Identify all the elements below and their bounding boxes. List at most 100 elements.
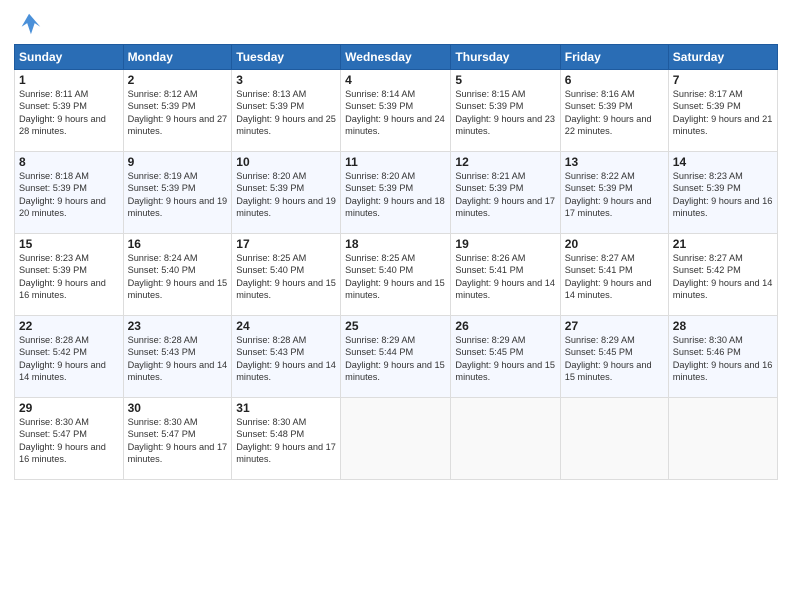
calendar-day-cell: 18Sunrise: 8:25 AM Sunset: 5:40 PM Dayli… bbox=[341, 234, 451, 316]
calendar-week-row: 8Sunrise: 8:18 AM Sunset: 5:39 PM Daylig… bbox=[15, 152, 778, 234]
calendar-day-cell: 19Sunrise: 8:26 AM Sunset: 5:41 PM Dayli… bbox=[451, 234, 560, 316]
calendar-day-cell: 14Sunrise: 8:23 AM Sunset: 5:39 PM Dayli… bbox=[668, 152, 777, 234]
day-info: Sunrise: 8:18 AM Sunset: 5:39 PM Dayligh… bbox=[19, 170, 119, 220]
day-info: Sunrise: 8:11 AM Sunset: 5:39 PM Dayligh… bbox=[19, 88, 119, 138]
calendar-day-cell: 28Sunrise: 8:30 AM Sunset: 5:46 PM Dayli… bbox=[668, 316, 777, 398]
day-info: Sunrise: 8:23 AM Sunset: 5:39 PM Dayligh… bbox=[673, 170, 773, 220]
day-info: Sunrise: 8:30 AM Sunset: 5:46 PM Dayligh… bbox=[673, 334, 773, 384]
day-info: Sunrise: 8:28 AM Sunset: 5:43 PM Dayligh… bbox=[128, 334, 228, 384]
day-info: Sunrise: 8:13 AM Sunset: 5:39 PM Dayligh… bbox=[236, 88, 336, 138]
weekday-header-friday: Friday bbox=[560, 45, 668, 70]
day-info: Sunrise: 8:30 AM Sunset: 5:47 PM Dayligh… bbox=[19, 416, 119, 466]
day-number: 26 bbox=[455, 319, 555, 333]
day-number: 24 bbox=[236, 319, 336, 333]
calendar-day-cell: 23Sunrise: 8:28 AM Sunset: 5:43 PM Dayli… bbox=[123, 316, 232, 398]
day-number: 27 bbox=[565, 319, 664, 333]
calendar-day-cell: 9Sunrise: 8:19 AM Sunset: 5:39 PM Daylig… bbox=[123, 152, 232, 234]
day-number: 21 bbox=[673, 237, 773, 251]
calendar-week-row: 22Sunrise: 8:28 AM Sunset: 5:42 PM Dayli… bbox=[15, 316, 778, 398]
day-info: Sunrise: 8:26 AM Sunset: 5:41 PM Dayligh… bbox=[455, 252, 555, 302]
calendar-day-cell: 16Sunrise: 8:24 AM Sunset: 5:40 PM Dayli… bbox=[123, 234, 232, 316]
calendar-day-cell: 7Sunrise: 8:17 AM Sunset: 5:39 PM Daylig… bbox=[668, 70, 777, 152]
weekday-header-monday: Monday bbox=[123, 45, 232, 70]
day-info: Sunrise: 8:22 AM Sunset: 5:39 PM Dayligh… bbox=[565, 170, 664, 220]
day-info: Sunrise: 8:20 AM Sunset: 5:39 PM Dayligh… bbox=[236, 170, 336, 220]
day-info: Sunrise: 8:17 AM Sunset: 5:39 PM Dayligh… bbox=[673, 88, 773, 138]
day-number: 20 bbox=[565, 237, 664, 251]
day-info: Sunrise: 8:30 AM Sunset: 5:48 PM Dayligh… bbox=[236, 416, 336, 466]
calendar-day-cell: 31Sunrise: 8:30 AM Sunset: 5:48 PM Dayli… bbox=[232, 398, 341, 480]
day-info: Sunrise: 8:27 AM Sunset: 5:42 PM Dayligh… bbox=[673, 252, 773, 302]
day-number: 2 bbox=[128, 73, 228, 87]
calendar-day-cell: 17Sunrise: 8:25 AM Sunset: 5:40 PM Dayli… bbox=[232, 234, 341, 316]
day-number: 11 bbox=[345, 155, 446, 169]
weekday-header-row: SundayMondayTuesdayWednesdayThursdayFrid… bbox=[15, 45, 778, 70]
day-info: Sunrise: 8:27 AM Sunset: 5:41 PM Dayligh… bbox=[565, 252, 664, 302]
day-number: 5 bbox=[455, 73, 555, 87]
calendar-day-cell: 8Sunrise: 8:18 AM Sunset: 5:39 PM Daylig… bbox=[15, 152, 124, 234]
day-number: 30 bbox=[128, 401, 228, 415]
day-number: 31 bbox=[236, 401, 336, 415]
header bbox=[14, 10, 778, 38]
day-number: 13 bbox=[565, 155, 664, 169]
calendar-day-cell: 11Sunrise: 8:20 AM Sunset: 5:39 PM Dayli… bbox=[341, 152, 451, 234]
day-info: Sunrise: 8:29 AM Sunset: 5:44 PM Dayligh… bbox=[345, 334, 446, 384]
day-info: Sunrise: 8:21 AM Sunset: 5:39 PM Dayligh… bbox=[455, 170, 555, 220]
day-info: Sunrise: 8:28 AM Sunset: 5:42 PM Dayligh… bbox=[19, 334, 119, 384]
calendar-day-cell: 27Sunrise: 8:29 AM Sunset: 5:45 PM Dayli… bbox=[560, 316, 668, 398]
calendar-day-cell: 12Sunrise: 8:21 AM Sunset: 5:39 PM Dayli… bbox=[451, 152, 560, 234]
day-info: Sunrise: 8:25 AM Sunset: 5:40 PM Dayligh… bbox=[236, 252, 336, 302]
day-info: Sunrise: 8:23 AM Sunset: 5:39 PM Dayligh… bbox=[19, 252, 119, 302]
day-number: 28 bbox=[673, 319, 773, 333]
day-info: Sunrise: 8:12 AM Sunset: 5:39 PM Dayligh… bbox=[128, 88, 228, 138]
day-info: Sunrise: 8:30 AM Sunset: 5:47 PM Dayligh… bbox=[128, 416, 228, 466]
day-number: 19 bbox=[455, 237, 555, 251]
calendar-day-cell: 3Sunrise: 8:13 AM Sunset: 5:39 PM Daylig… bbox=[232, 70, 341, 152]
day-info: Sunrise: 8:29 AM Sunset: 5:45 PM Dayligh… bbox=[455, 334, 555, 384]
calendar-week-row: 1Sunrise: 8:11 AM Sunset: 5:39 PM Daylig… bbox=[15, 70, 778, 152]
day-info: Sunrise: 8:24 AM Sunset: 5:40 PM Dayligh… bbox=[128, 252, 228, 302]
calendar-day-cell: 26Sunrise: 8:29 AM Sunset: 5:45 PM Dayli… bbox=[451, 316, 560, 398]
calendar-day-cell: 1Sunrise: 8:11 AM Sunset: 5:39 PM Daylig… bbox=[15, 70, 124, 152]
day-number: 8 bbox=[19, 155, 119, 169]
calendar-day-cell: 4Sunrise: 8:14 AM Sunset: 5:39 PM Daylig… bbox=[341, 70, 451, 152]
day-info: Sunrise: 8:16 AM Sunset: 5:39 PM Dayligh… bbox=[565, 88, 664, 138]
calendar-day-cell: 24Sunrise: 8:28 AM Sunset: 5:43 PM Dayli… bbox=[232, 316, 341, 398]
day-info: Sunrise: 8:28 AM Sunset: 5:43 PM Dayligh… bbox=[236, 334, 336, 384]
calendar-day-cell: 22Sunrise: 8:28 AM Sunset: 5:42 PM Dayli… bbox=[15, 316, 124, 398]
calendar-day-cell bbox=[451, 398, 560, 480]
day-number: 16 bbox=[128, 237, 228, 251]
page-container: SundayMondayTuesdayWednesdayThursdayFrid… bbox=[0, 0, 792, 488]
calendar-day-cell: 10Sunrise: 8:20 AM Sunset: 5:39 PM Dayli… bbox=[232, 152, 341, 234]
day-number: 7 bbox=[673, 73, 773, 87]
day-info: Sunrise: 8:20 AM Sunset: 5:39 PM Dayligh… bbox=[345, 170, 446, 220]
day-info: Sunrise: 8:29 AM Sunset: 5:45 PM Dayligh… bbox=[565, 334, 664, 384]
day-number: 10 bbox=[236, 155, 336, 169]
day-number: 18 bbox=[345, 237, 446, 251]
calendar-day-cell: 13Sunrise: 8:22 AM Sunset: 5:39 PM Dayli… bbox=[560, 152, 668, 234]
calendar-week-row: 15Sunrise: 8:23 AM Sunset: 5:39 PM Dayli… bbox=[15, 234, 778, 316]
calendar-table: SundayMondayTuesdayWednesdayThursdayFrid… bbox=[14, 44, 778, 480]
day-number: 12 bbox=[455, 155, 555, 169]
logo-icon bbox=[16, 10, 44, 38]
day-info: Sunrise: 8:15 AM Sunset: 5:39 PM Dayligh… bbox=[455, 88, 555, 138]
weekday-header-thursday: Thursday bbox=[451, 45, 560, 70]
day-number: 4 bbox=[345, 73, 446, 87]
day-number: 14 bbox=[673, 155, 773, 169]
weekday-header-sunday: Sunday bbox=[15, 45, 124, 70]
day-info: Sunrise: 8:19 AM Sunset: 5:39 PM Dayligh… bbox=[128, 170, 228, 220]
calendar-day-cell: 20Sunrise: 8:27 AM Sunset: 5:41 PM Dayli… bbox=[560, 234, 668, 316]
day-number: 9 bbox=[128, 155, 228, 169]
calendar-day-cell bbox=[668, 398, 777, 480]
logo bbox=[14, 10, 44, 38]
calendar-week-row: 29Sunrise: 8:30 AM Sunset: 5:47 PM Dayli… bbox=[15, 398, 778, 480]
calendar-day-cell: 25Sunrise: 8:29 AM Sunset: 5:44 PM Dayli… bbox=[341, 316, 451, 398]
weekday-header-saturday: Saturday bbox=[668, 45, 777, 70]
calendar-day-cell: 21Sunrise: 8:27 AM Sunset: 5:42 PM Dayli… bbox=[668, 234, 777, 316]
day-info: Sunrise: 8:25 AM Sunset: 5:40 PM Dayligh… bbox=[345, 252, 446, 302]
day-number: 1 bbox=[19, 73, 119, 87]
day-number: 22 bbox=[19, 319, 119, 333]
calendar-day-cell bbox=[560, 398, 668, 480]
calendar-day-cell: 6Sunrise: 8:16 AM Sunset: 5:39 PM Daylig… bbox=[560, 70, 668, 152]
day-number: 3 bbox=[236, 73, 336, 87]
